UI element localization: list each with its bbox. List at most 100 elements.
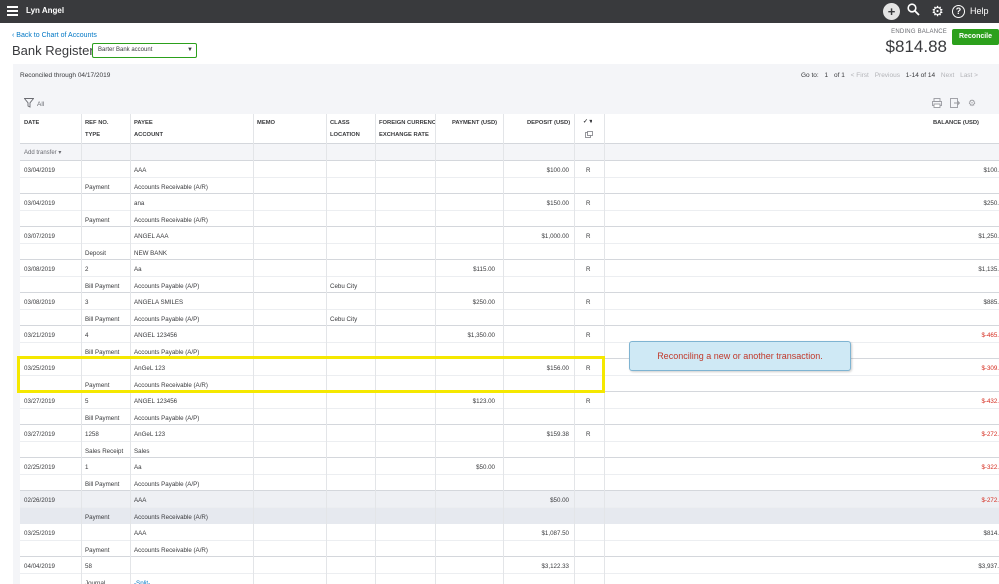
table-row[interactable]: 03/04/2019 Payment AAA Accounts Receivable … [20, 161, 999, 194]
table-row[interactable]: 03/04/2019 Payment ana Accounts Receivable … [20, 194, 999, 227]
last-page-link[interactable]: Last > [960, 72, 978, 79]
cell-account: Accounts Receivable (A/R) [134, 184, 208, 191]
page-title: Bank Register [12, 43, 94, 58]
table-row[interactable]: 03/25/2019 Payment AAA Accounts Receivable … [20, 524, 999, 557]
cell-payee: AnGeL 123 [134, 431, 166, 438]
column-divider [435, 114, 436, 584]
create-plus-icon[interactable]: + [883, 3, 900, 20]
cell-date: 03/04/2019 [24, 200, 55, 207]
col-exchange-rate[interactable]: EXCHANGE RATE [379, 132, 429, 138]
cell-status: R [586, 266, 591, 273]
col-balance[interactable]: BALANCE (USD) [933, 120, 979, 126]
col-location[interactable]: LOCATION [330, 132, 360, 138]
col-ref[interactable]: REF NO. [85, 120, 109, 126]
cell-deposit: $1,000.00 [541, 233, 569, 240]
copy-icon[interactable] [585, 131, 593, 140]
print-icon[interactable] [932, 98, 942, 110]
page-of: of 1 [833, 72, 845, 79]
table-row[interactable]: 04/04/2019 58 Journal -Split- $3,122.33 $3,93… [20, 557, 999, 584]
table-row[interactable]: 03/21/2019 4 Bill Payment ANGEL 123456 Accou… [20, 326, 999, 359]
col-payment[interactable]: PAYMENT (USD) [452, 120, 497, 126]
col-account[interactable]: ACCOUNT [134, 132, 163, 138]
cell-balance: $250. [983, 200, 999, 207]
cell-payment: $1,350.00 [467, 332, 495, 339]
cell-type: Payment [85, 184, 110, 191]
cell-date: 03/08/2019 [24, 299, 55, 306]
cell-date: 03/08/2019 [24, 266, 55, 273]
previous-page-link[interactable]: Previous [875, 72, 900, 79]
column-divider [503, 114, 504, 584]
cell-account: Accounts Receivable (A/R) [134, 217, 208, 224]
settings-gear-icon[interactable]: ⚙ [968, 98, 976, 109]
cell-class: Cebu City [330, 283, 358, 290]
cell-type: Sales Receipt [85, 448, 124, 455]
cell-account: Accounts Payable (A/P) [134, 316, 200, 323]
account-select[interactable]: Barter Bank account ▼ [92, 43, 197, 58]
first-page-link[interactable]: < First [851, 72, 869, 79]
column-divider [81, 114, 82, 584]
cell-payment: $250.00 [472, 299, 495, 306]
table-row[interactable]: 02/26/2019 Payment AAA Accounts Receivable … [20, 491, 999, 524]
cell-date: 03/27/2019 [24, 431, 55, 438]
cell-payee: Aa [134, 464, 142, 471]
add-transfer-dropdown[interactable]: Add transfer ▾ [24, 149, 61, 156]
cell-deposit: $3,122.33 [541, 563, 569, 570]
cell-type: Payment [85, 547, 110, 554]
menu-icon[interactable] [7, 6, 18, 16]
back-to-chart-link[interactable]: ‹ Back to Chart of Accounts [12, 32, 97, 39]
chevron-down-icon: ▼ [187, 47, 193, 53]
column-divider [574, 114, 575, 584]
table-row[interactable]: 02/25/2019 1 Bill Payment Aa Accounts Payabl… [20, 458, 999, 491]
cell-type: Bill Payment [85, 283, 120, 290]
filter-icon[interactable] [23, 98, 35, 110]
back-link-label[interactable]: Back to Chart of Accounts [16, 32, 97, 39]
cell-deposit: $1,087.50 [541, 530, 569, 537]
cell-account: Accounts Payable (A/P) [134, 481, 200, 488]
cell-ref: 1258 [85, 431, 99, 438]
ending-balance-value: $814.88 [885, 37, 947, 56]
callout-annotation: Reconciling a new or another transaction… [629, 341, 851, 371]
reconcile-button[interactable]: Reconcile [952, 29, 999, 45]
page-number[interactable]: 1 [825, 72, 829, 79]
next-page-link[interactable]: Next [941, 72, 954, 79]
col-memo[interactable]: MEMO [257, 120, 275, 126]
help-icon[interactable]: ? [952, 5, 965, 18]
cell-date: 02/26/2019 [24, 497, 55, 504]
cell-date: 03/27/2019 [24, 398, 55, 405]
cell-ref: 2 [85, 266, 89, 273]
cell-payee: AAA [134, 167, 147, 174]
cell-payment: $115.00 [473, 266, 495, 273]
table-row[interactable]: 03/08/2019 3 Bill Payment ANGELA SMILES Acco… [20, 293, 999, 326]
col-class[interactable]: CLASS [330, 120, 350, 126]
help-link[interactable]: Help [970, 6, 989, 16]
cell-type: Payment [85, 514, 110, 521]
search-icon[interactable] [905, 3, 922, 20]
col-foreign-currency[interactable]: FOREIGN CURRENC [379, 120, 435, 126]
table-row[interactable]: 03/08/2019 2 Bill Payment Aa Accounts Payabl… [20, 260, 999, 293]
page-range: 1-14 of 14 [905, 72, 936, 79]
cell-account: NEW BANK [134, 250, 168, 257]
cell-balance: $814. [983, 530, 999, 537]
column-divider [130, 114, 131, 584]
cell-date: 03/04/2019 [24, 167, 55, 174]
column-divider [253, 114, 254, 584]
cell-balance: $-309. [981, 365, 999, 372]
column-divider [326, 114, 327, 584]
cell-date: 03/21/2019 [24, 332, 55, 339]
cell-account: Accounts Payable (A/P) [134, 283, 200, 290]
table-row[interactable]: 03/27/2019 5 Bill Payment ANGEL 123456 Accou… [20, 392, 999, 425]
cell-deposit: $150.00 [546, 200, 569, 207]
cell-account: Accounts Payable (A/P) [134, 349, 200, 356]
table-row[interactable]: 03/07/2019 Deposit ANGEL AAA NEW BANK $1,000… [20, 227, 999, 260]
export-icon[interactable] [950, 98, 961, 110]
col-payee[interactable]: PAYEE [134, 120, 153, 126]
cell-payment: $50.00 [476, 464, 495, 471]
col-type[interactable]: TYPE [85, 132, 100, 138]
cell-ref: 5 [85, 398, 89, 405]
cell-class: Cebu City [330, 316, 358, 323]
gear-icon[interactable]: ⚙ [929, 3, 946, 20]
col-date[interactable]: DATE [24, 120, 39, 126]
table-row[interactable]: 03/27/2019 1258 Sales Receipt AnGeL 123 Sale… [20, 425, 999, 458]
col-reconcile-status[interactable]: ✓ ▾ [583, 119, 592, 125]
col-deposit[interactable]: DEPOSIT (USD) [527, 120, 570, 126]
